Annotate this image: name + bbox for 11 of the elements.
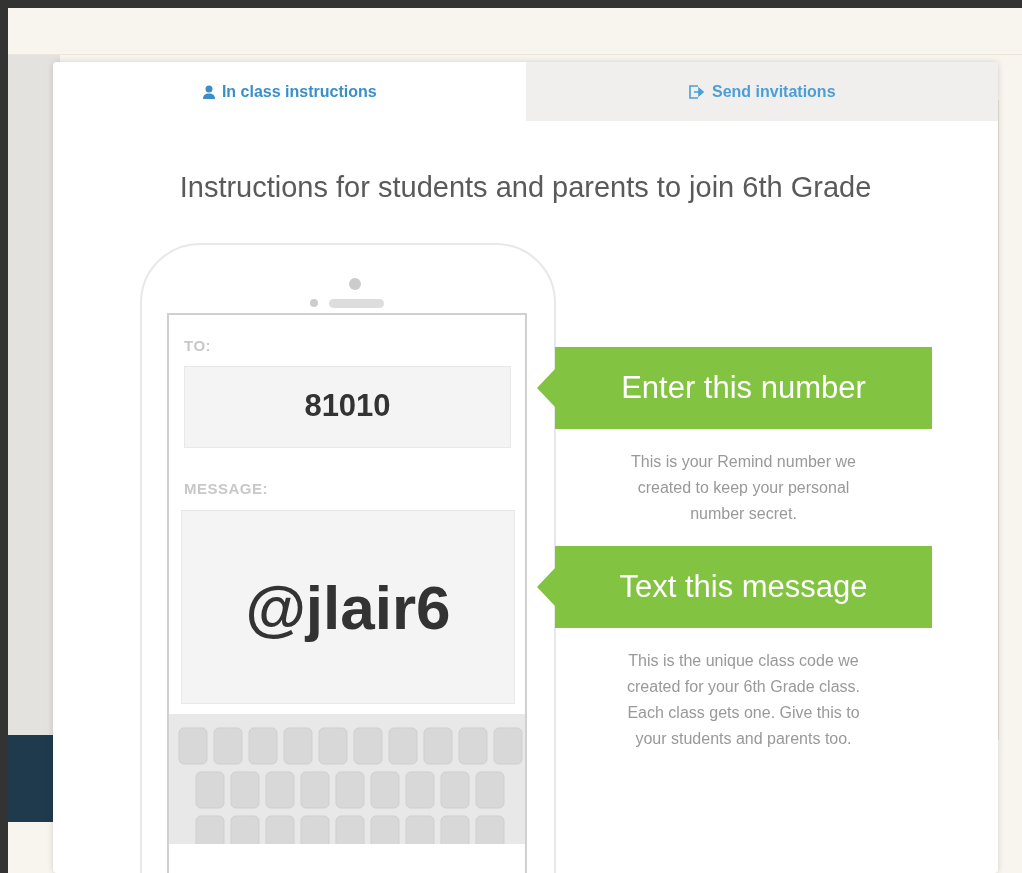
person-icon <box>201 84 216 99</box>
number-field: 81010 <box>184 365 511 448</box>
callout-banner: Text this message <box>537 546 932 628</box>
step-description: This is the unique class code we created for your 6th Grade class. Each class gets one. Give this to your students and parents too. <box>626 651 861 749</box>
modal-heading: Instructions for students and parents to join 6th Grade <box>178 170 873 205</box>
share-icon <box>687 84 706 99</box>
tab[interactable]: In class instructions <box>53 62 526 121</box>
callout-banner: Enter this number <box>537 347 932 429</box>
message-field: @jlair6 <box>181 510 515 704</box>
tab[interactable]: Send invitations <box>525 62 998 121</box>
step-description: This is your Remind number we created to keep your personal number secret. <box>630 452 857 524</box>
